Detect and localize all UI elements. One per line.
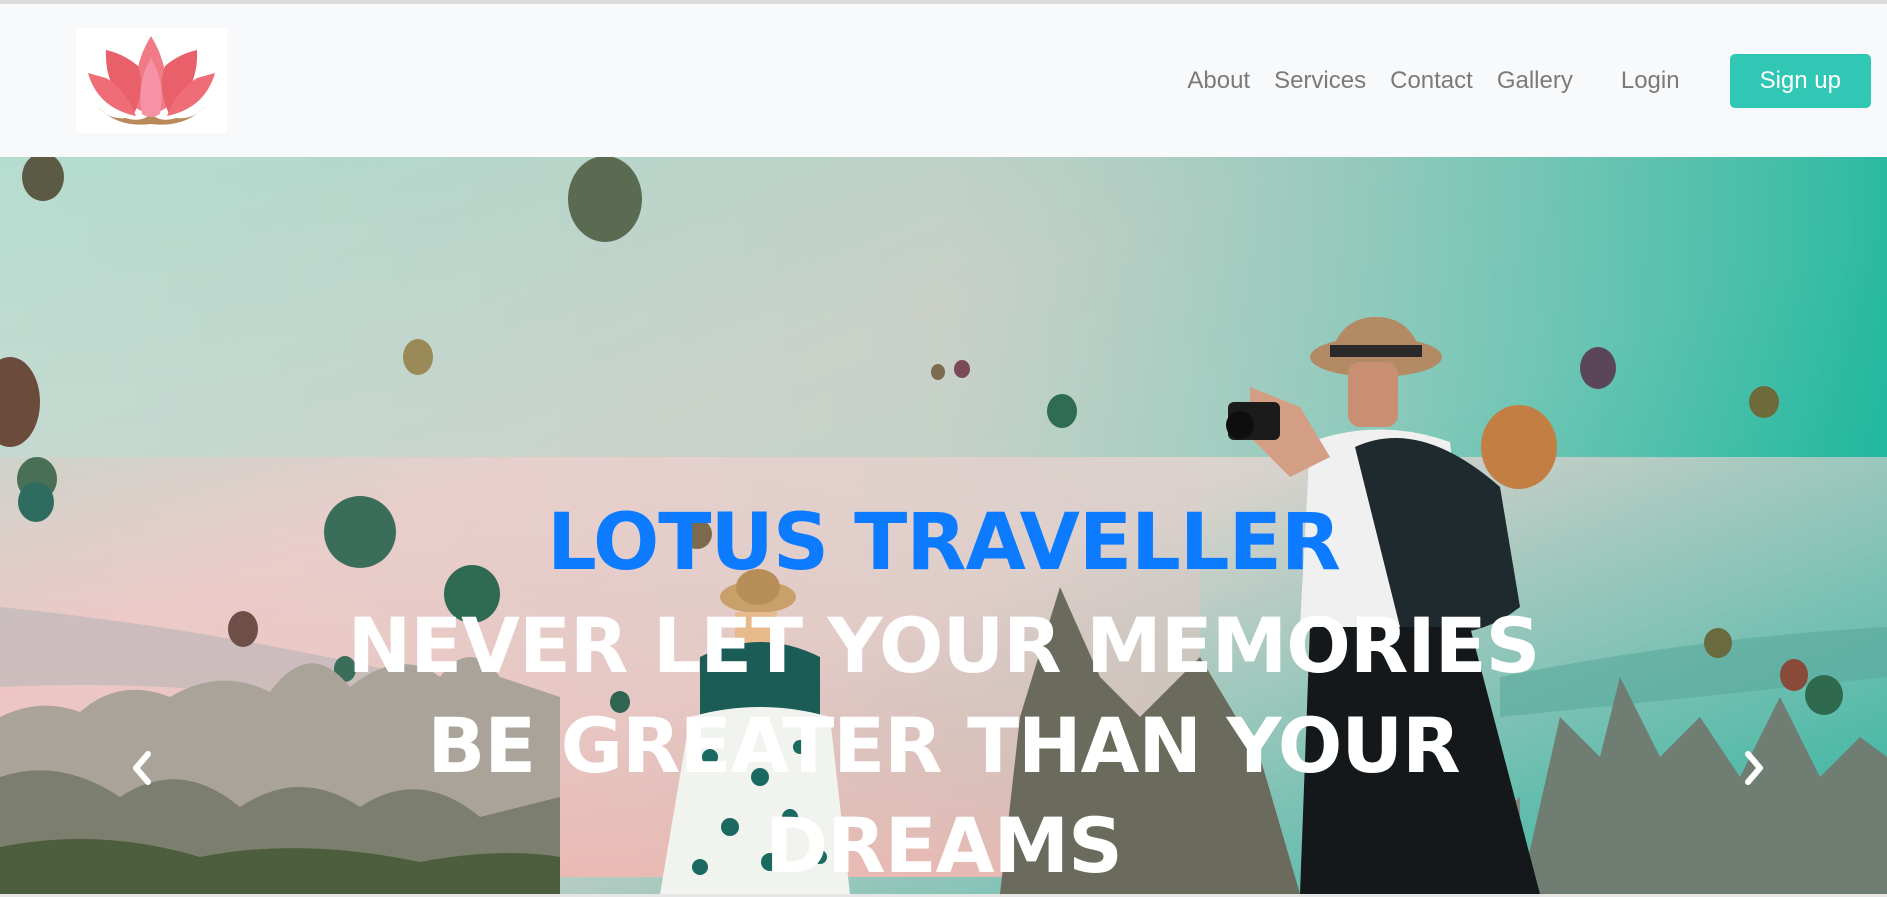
lotus-icon bbox=[88, 36, 215, 125]
hero-caption: LOTUS TRAVELLER NEVER LET YOUR MEMORIES … bbox=[0, 490, 1887, 896]
nav-link-gallery[interactable]: Gallery bbox=[1497, 67, 1573, 95]
page: About Services Contact Gallery Login Sig… bbox=[0, 0, 1887, 897]
navbar: About Services Contact Gallery Login Sig… bbox=[0, 4, 1887, 157]
hero-tagline: NEVER LET YOUR MEMORIES BE GREATER THAN … bbox=[347, 601, 1541, 890]
nav-links: About Services Contact Gallery Login Sig… bbox=[1187, 4, 1887, 157]
signup-button[interactable]: Sign up bbox=[1729, 53, 1871, 108]
nav-link-services[interactable]: Services bbox=[1274, 67, 1366, 95]
nav-link-contact[interactable]: Contact bbox=[1390, 67, 1473, 95]
nav-link-about[interactable]: About bbox=[1187, 67, 1250, 95]
lotus-logo[interactable] bbox=[76, 28, 227, 133]
hero-title: LOTUS TRAVELLER bbox=[547, 498, 1341, 588]
login-link[interactable]: Login bbox=[1621, 67, 1680, 95]
